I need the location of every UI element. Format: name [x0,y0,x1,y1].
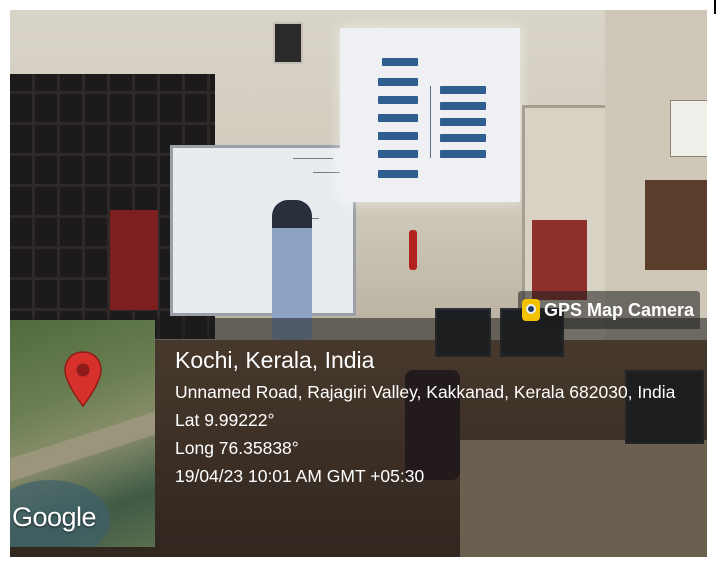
flowchart-connector [430,86,431,158]
flowchart-box [440,150,486,158]
flowchart-box [440,86,486,94]
location-title: Kochi, Kerala, India [175,347,375,373]
whiteboard-writing [293,158,333,159]
projected-slide [340,28,520,202]
gps-camera-icon [522,299,540,321]
location-details: Kochi, Kerala, India Unnamed Road, Rajag… [175,346,675,492]
badge-label: GPS Map Camera [544,299,695,320]
fire-extinguisher [409,230,417,270]
corner-mark [714,0,716,14]
map-provider-logo: Google [12,502,97,532]
notice-board [645,180,707,270]
flowchart-box [378,170,418,178]
flowchart-box [378,78,418,86]
flowchart-box [382,58,418,66]
flowchart-box [440,118,486,126]
location-pin-icon [64,351,102,408]
map-road [10,399,155,483]
notice-sheet [670,100,707,157]
gps-map-camera-badge: GPS Map Camera [518,291,701,329]
door-glass [532,220,587,300]
flowchart-box [378,96,418,104]
datetime-text: 19/04/23 10:01 AM GMT +05:30 [175,466,425,486]
flowchart-box [378,150,418,158]
flowchart-box [378,114,418,122]
flowchart-box [440,102,486,110]
wall-speaker [273,22,303,64]
flowchart-box [440,134,486,142]
longitude-text: Long 76.35838° [175,438,299,458]
latitude-text: Lat 9.99222° [175,410,275,430]
flowchart-box [378,132,418,140]
whiteboard-writing [313,172,343,173]
address-text: Unnamed Road, Rajagiri Valley, Kakkanad,… [175,382,676,402]
whiteboard [170,145,356,316]
red-panel [110,210,158,310]
